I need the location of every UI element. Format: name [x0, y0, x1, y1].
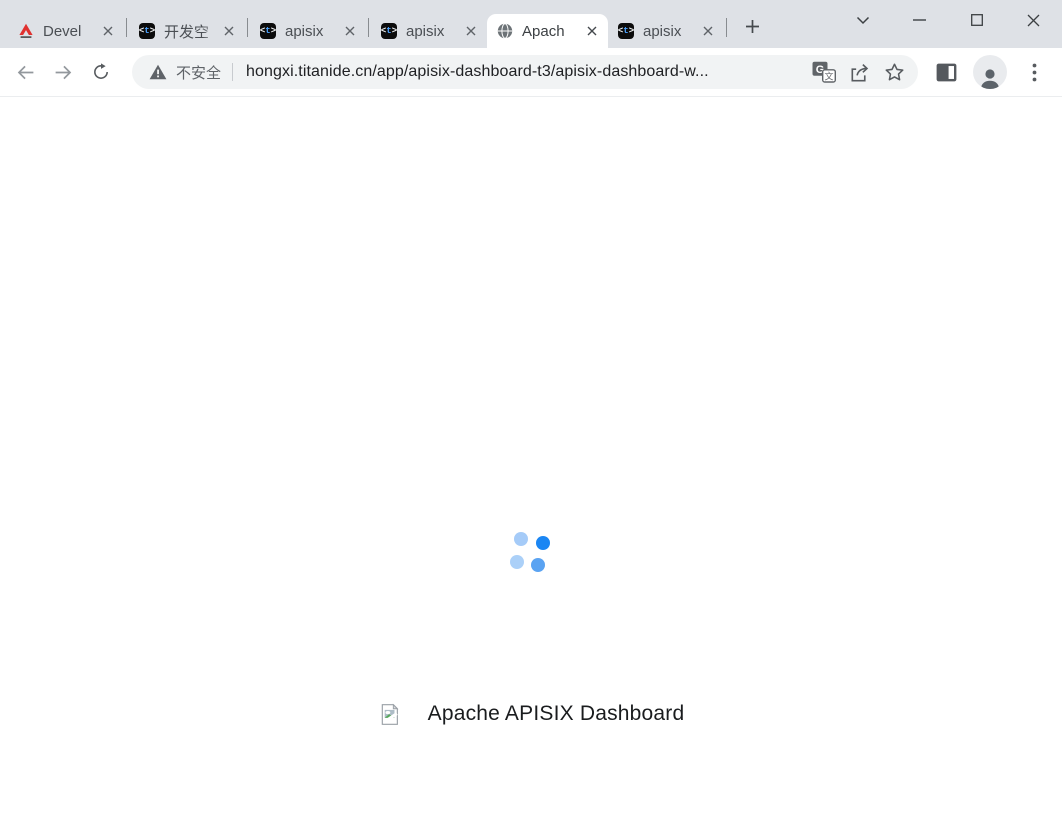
tab-label: Devel	[43, 23, 98, 40]
titanide-code-icon: <t>	[139, 23, 155, 39]
translate-icon[interactable]: G 文	[810, 58, 838, 86]
tab-label: 开发空	[164, 21, 219, 42]
bookmark-star-icon[interactable]	[880, 58, 908, 86]
titanide-code-icon: <t>	[618, 23, 634, 39]
tab-apisix-2[interactable]: <t> apisix	[371, 14, 487, 48]
tab-divider	[726, 18, 727, 37]
minimize-button[interactable]	[891, 0, 948, 40]
browser-toolbar: 不安全 hongxi.titanide.cn/app/apisix-dashbo…	[0, 48, 1062, 97]
tab-apisix-1[interactable]: <t> apisix	[250, 14, 366, 48]
back-button[interactable]	[9, 56, 41, 88]
page-title: Apache APISIX Dashboard	[428, 702, 685, 726]
apisix-logo-icon	[18, 23, 34, 39]
new-tab-button[interactable]	[737, 11, 767, 41]
tab-divider	[126, 18, 127, 37]
tab-apisix-3[interactable]: <t> apisix	[608, 14, 724, 48]
tab-apache-apisix-active[interactable]: Apach	[487, 14, 608, 48]
tab-close-icon[interactable]	[98, 21, 118, 41]
tab-label: Apach	[522, 23, 582, 40]
globe-icon	[497, 23, 513, 39]
browser-menu-icon[interactable]	[1019, 57, 1049, 87]
tab-close-icon[interactable]	[582, 21, 602, 41]
spinner-dot	[510, 555, 524, 569]
tab-close-icon[interactable]	[219, 21, 239, 41]
security-label: 不安全	[176, 62, 221, 83]
tab-close-icon[interactable]	[461, 21, 481, 41]
tab-label: apisix	[285, 23, 340, 40]
spinner-dot	[536, 536, 550, 550]
page-content: Apache APISIX Dashboard	[0, 97, 1062, 814]
spinner-dot	[514, 532, 528, 546]
forward-button[interactable]	[47, 56, 79, 88]
address-bar[interactable]: 不安全 hongxi.titanide.cn/app/apisix-dashbo…	[132, 55, 918, 89]
tab-devspace[interactable]: <t> 开发空	[129, 14, 245, 48]
window-controls	[834, 0, 1062, 40]
tab-label: apisix	[406, 23, 461, 40]
tabs-container: Devel <t> 开发空 <t> apisix	[0, 0, 767, 48]
tab-divider	[247, 18, 248, 37]
svg-text:文: 文	[824, 70, 833, 81]
maximize-button[interactable]	[948, 0, 1005, 40]
not-secure-warning-icon	[149, 64, 167, 80]
profile-avatar[interactable]	[973, 55, 1007, 89]
omnibox-separator	[232, 63, 233, 81]
reload-button[interactable]	[85, 56, 117, 88]
tab-search-button[interactable]	[834, 0, 891, 40]
titanide-code-icon: <t>	[260, 23, 276, 39]
tab-devel[interactable]: Devel	[8, 14, 124, 48]
share-icon[interactable]	[845, 58, 873, 86]
close-window-button[interactable]	[1005, 0, 1062, 40]
titanide-code-icon: <t>	[381, 23, 397, 39]
tab-divider	[368, 18, 369, 37]
footer-brand: Apache APISIX Dashboard	[0, 702, 1062, 726]
tab-label: apisix	[643, 23, 698, 40]
loading-spinner	[508, 531, 552, 575]
browser-window: Devel <t> 开发空 <t> apisix	[0, 0, 1062, 814]
broken-image-icon	[378, 703, 401, 726]
tab-close-icon[interactable]	[340, 21, 360, 41]
side-panel-icon[interactable]	[931, 57, 961, 87]
tab-strip: Devel <t> 开发空 <t> apisix	[0, 0, 1062, 48]
tab-close-icon[interactable]	[698, 21, 718, 41]
spinner-dot	[531, 558, 545, 572]
url-text[interactable]: hongxi.titanide.cn/app/apisix-dashboard-…	[246, 63, 803, 81]
